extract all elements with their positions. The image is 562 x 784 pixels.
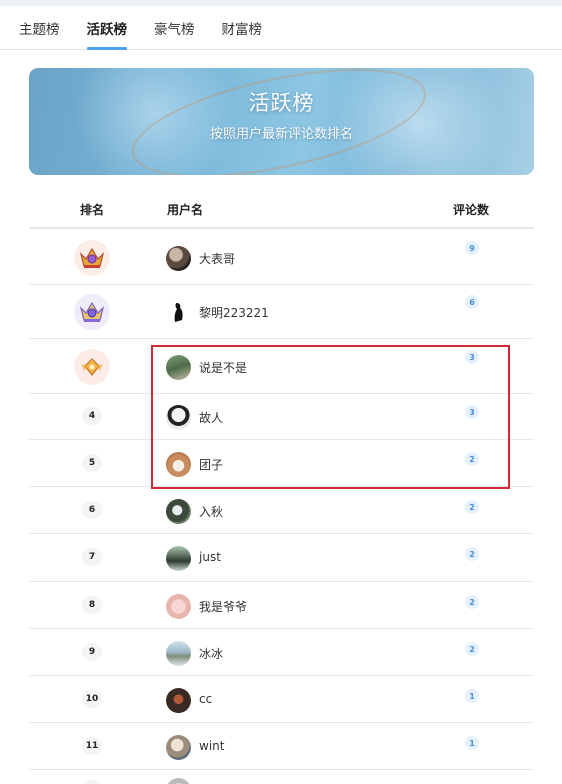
tab-wealth[interactable]: 财富榜	[222, 18, 263, 49]
comment-count-badge: 3	[465, 350, 479, 364]
rank-number: 6	[82, 501, 102, 519]
header-username: 用户名	[167, 203, 204, 217]
banner: 活跃榜 按照用户最新评论数排名	[29, 68, 534, 175]
table-row: 12	[29, 770, 534, 784]
rank-number: 4	[82, 407, 102, 425]
username-link[interactable]: 我是爷爷	[199, 598, 247, 615]
banner-subtitle: 按照用户最新评论数排名	[209, 127, 353, 142]
avatar[interactable]	[166, 300, 191, 325]
avatar[interactable]	[166, 355, 191, 380]
username-link[interactable]: 冰冰	[199, 645, 223, 662]
rank-number: 8	[82, 596, 102, 614]
rank-number: 7	[82, 548, 102, 566]
tab-active[interactable]: 活跃榜	[86, 18, 127, 50]
username-link[interactable]: cc	[199, 692, 212, 706]
gold-wings-medal-icon	[74, 349, 110, 385]
comment-count-badge: 1	[465, 736, 479, 750]
avatar[interactable]	[166, 778, 191, 784]
table-row: 5 团子 2	[29, 440, 534, 487]
avatar[interactable]	[166, 641, 191, 666]
comment-count-badge: 6	[465, 295, 479, 309]
avatar[interactable]	[166, 499, 191, 524]
comment-count-badge: 2	[465, 452, 479, 466]
table-row: 7 just 2	[29, 534, 534, 582]
username-link[interactable]: 团子	[199, 456, 223, 473]
avatar[interactable]	[166, 405, 191, 430]
table-row: 10 cc 1	[29, 676, 534, 723]
comment-count-badge: 2	[465, 500, 479, 514]
table-row: 大表哥 9	[29, 230, 534, 285]
comment-count-badge: 1	[465, 689, 479, 703]
username-link[interactable]: 大表哥	[199, 250, 235, 267]
gold-crown-medal-icon	[74, 240, 110, 276]
table-row: 11 wint 1	[29, 723, 534, 770]
rank-number: 12	[82, 780, 102, 784]
rank-number: 11	[82, 737, 102, 755]
ranking-tabs: 主题榜 活跃榜 豪气榜 财富榜	[0, 6, 562, 50]
rank-number: 5	[82, 454, 102, 472]
avatar[interactable]	[166, 452, 191, 477]
avatar[interactable]	[166, 735, 191, 760]
username-link[interactable]: 入秋	[199, 503, 223, 520]
avatar[interactable]	[166, 546, 191, 571]
rank-number: 9	[82, 643, 102, 661]
table-row: 6 入秋 2	[29, 487, 534, 534]
comment-count-badge: 2	[465, 642, 479, 656]
banner-title: 活跃榜	[248, 91, 315, 115]
avatar[interactable]	[166, 246, 191, 271]
table-row: 9 冰冰 2	[29, 629, 534, 676]
comment-count-badge: 9	[465, 241, 479, 255]
avatar[interactable]	[166, 594, 191, 619]
username-link[interactable]: 故人	[199, 409, 223, 426]
header-comment-count: 评论数	[453, 203, 490, 217]
table-header: 排名 用户名 评论数	[29, 193, 534, 229]
table-row: 说是不是 3	[29, 339, 534, 394]
avatar[interactable]	[166, 688, 191, 713]
username-link[interactable]: 说是不是	[199, 359, 247, 376]
table-row: 4 故人 3	[29, 393, 534, 440]
tab-topic[interactable]: 主题榜	[19, 18, 60, 49]
purple-crown-medal-icon	[74, 294, 110, 330]
rank-number: 10	[82, 690, 102, 708]
username-link[interactable]: just	[199, 550, 221, 564]
table-row: 8 我是爷爷 2	[29, 582, 534, 629]
comment-count-badge: 3	[465, 405, 479, 419]
comment-count-badge: 2	[465, 595, 479, 609]
tab-generous[interactable]: 豪气榜	[154, 18, 195, 49]
username-link[interactable]: 黎明223221	[199, 304, 269, 321]
username-link[interactable]: wint	[199, 739, 224, 753]
comment-count-badge: 2	[465, 547, 479, 561]
header-rank: 排名	[80, 203, 105, 217]
table-row: 黎明223221 6	[29, 284, 534, 339]
